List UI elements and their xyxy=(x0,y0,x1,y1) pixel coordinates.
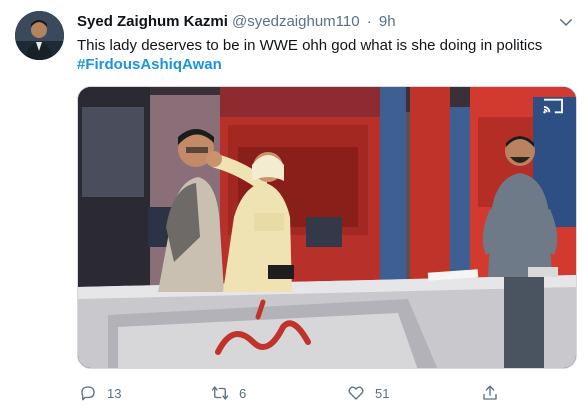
retweet-count: 6 xyxy=(239,385,247,401)
avatar[interactable] xyxy=(15,11,64,60)
reply-count: 13 xyxy=(107,385,122,401)
hashtag-link[interactable]: #FirdousAshiqAwan xyxy=(77,55,222,75)
separator-dot: · xyxy=(366,13,372,30)
author-handle[interactable]: @syedzaighum110 xyxy=(232,13,360,30)
reply-icon xyxy=(77,382,99,404)
like-count: 51 xyxy=(375,385,390,401)
reply-button[interactable]: 13 xyxy=(77,382,121,404)
share-icon xyxy=(479,382,501,404)
like-button[interactable]: 51 xyxy=(345,382,389,404)
tweet-video[interactable] xyxy=(77,86,577,369)
share-button[interactable] xyxy=(479,382,501,404)
more-options-button[interactable] xyxy=(556,12,576,32)
tweet-header: Syed Zaighum Kazmi @syedzaighum110 · 9h xyxy=(77,12,396,32)
cast-icon[interactable] xyxy=(542,97,564,115)
chevron-down-icon xyxy=(560,19,572,26)
avatar-image xyxy=(15,11,64,60)
tweet-time[interactable]: 9h xyxy=(379,13,396,30)
tweet-text: This lady deserves to be in WWE ohh god … xyxy=(77,37,543,54)
retweet-button[interactable]: 6 xyxy=(209,382,246,404)
tweet[interactable]: Syed Zaighum Kazmi @syedzaighum110 · 9h … xyxy=(0,0,588,416)
retweet-icon xyxy=(209,382,231,404)
like-icon xyxy=(345,382,367,404)
tweet-actions: 13 6 51 xyxy=(77,382,557,404)
author-name[interactable]: Syed Zaighum Kazmi xyxy=(77,13,228,30)
video-frame xyxy=(78,87,576,368)
